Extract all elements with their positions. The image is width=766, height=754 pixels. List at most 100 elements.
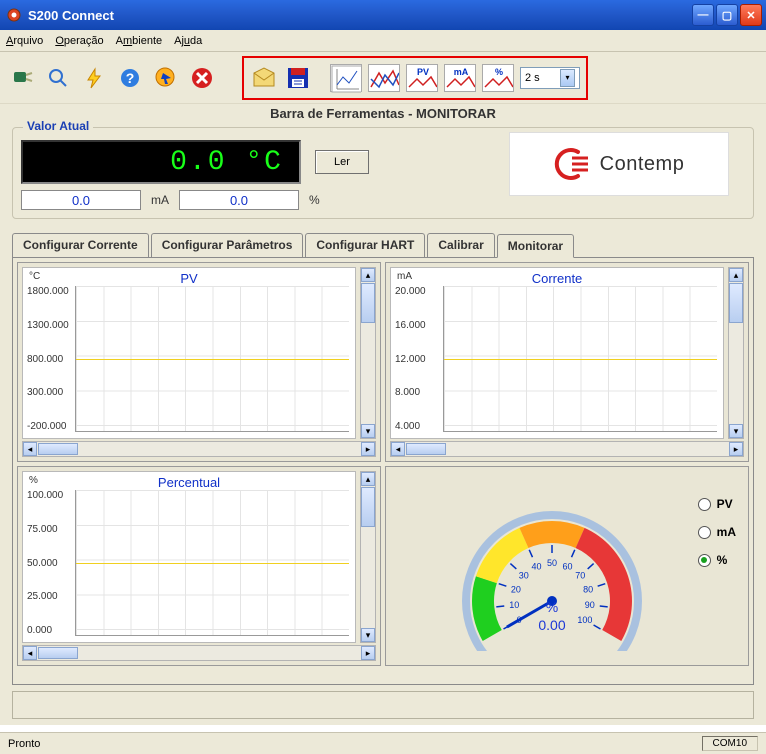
tabstrip: Configurar CorrenteConfigurar Parâmetros… [12, 233, 754, 257]
chart-corrente-vscroll[interactable]: ▴▾ [728, 267, 744, 439]
show-pv-chart-button[interactable]: PV [406, 64, 438, 92]
refresh-interval-select[interactable]: 2 s ▾ [520, 67, 580, 89]
y-tick: 0.000 [27, 625, 73, 636]
clear-chart-button[interactable] [330, 64, 362, 92]
chart-panel-pv: °C PV 1800.0001300.000800.000300.000-200… [17, 262, 381, 462]
y-tick: 25.000 [27, 591, 73, 602]
brand-name: Contemp [600, 153, 685, 176]
svg-text:?: ? [126, 70, 135, 86]
save-icon[interactable] [284, 64, 312, 92]
radio-icon [698, 526, 711, 539]
gauge-radio-pv[interactable]: PV [698, 497, 736, 511]
bottom-box [12, 691, 754, 719]
radio-icon [698, 498, 711, 511]
y-tick: 20.000 [395, 286, 441, 297]
tab-monitorar[interactable]: Monitorar [497, 234, 574, 258]
close-button[interactable]: ✕ [740, 4, 762, 26]
svg-text:70: 70 [575, 571, 585, 581]
ma-unit-label: mA [151, 193, 169, 207]
radio-label: PV [717, 497, 733, 511]
menubar: Arquivo Operação Ambiente Ajuda [0, 30, 766, 52]
y-tick: 75.000 [27, 524, 73, 535]
y-tick: 4.000 [395, 421, 441, 432]
toolbar-caption: Barra de Ferramentas - MONITORAR [0, 104, 766, 127]
chart-panel-percentual: % Percentual 100.00075.00050.00025.0000.… [17, 466, 381, 666]
radio-label: mA [717, 525, 736, 539]
menu-ajuda[interactable]: Ajuda [174, 35, 202, 47]
app-icon [6, 7, 22, 23]
svg-text:80: 80 [583, 584, 593, 594]
tab-body-monitorar: °C PV 1800.0001300.000800.000300.000-200… [12, 257, 754, 685]
y-tick: 12.000 [395, 354, 441, 365]
stop-icon[interactable] [188, 64, 216, 92]
help-icon[interactable]: ? [116, 64, 144, 92]
y-tick: 300.000 [27, 387, 73, 398]
y-tick: -200.000 [27, 421, 73, 432]
monitor-toolbar-group: PV mA % 2 s ▾ [242, 56, 588, 100]
chart-pv-hscroll[interactable]: ◂▸ [22, 441, 376, 457]
cursor-icon[interactable] [152, 64, 180, 92]
pv-lcd-display: 0.0 °C [21, 140, 301, 184]
menu-ambiente[interactable]: Ambiente [116, 35, 163, 47]
y-tick: 1800.000 [27, 286, 73, 297]
y-tick: 1300.000 [27, 320, 73, 331]
gauge-radio-pct[interactable]: % [698, 553, 736, 567]
chart-pv-vscroll[interactable]: ▴▾ [360, 267, 376, 439]
y-tick: 16.000 [395, 320, 441, 331]
maximize-button[interactable]: ▢ [716, 4, 738, 26]
gauge: 0102030405060708090100 % 0.00 [452, 481, 652, 651]
gauge-value: 0.00 [452, 617, 652, 633]
show-pct-chart-button[interactable]: % [482, 64, 514, 92]
bolt-icon[interactable] [80, 64, 108, 92]
status-com-port: COM10 [702, 736, 758, 751]
svg-text:mA: mA [454, 67, 469, 77]
tab-configurar-hart[interactable]: Configurar HART [305, 233, 425, 257]
chart-corrente-title: Corrente [391, 271, 723, 286]
show-ma-chart-button[interactable]: mA [444, 64, 476, 92]
pct-unit-label: % [309, 193, 320, 207]
show-all-charts-button[interactable] [368, 64, 400, 92]
chart-panel-corrente: mA Corrente 20.00016.00012.0008.0004.000… [385, 262, 749, 462]
svg-text:60: 60 [562, 561, 572, 571]
status-left: Pronto [8, 738, 40, 750]
y-tick: 100.000 [27, 490, 73, 501]
titlebar: S200 Connect — ▢ ✕ [0, 0, 766, 30]
brand-icon [554, 146, 590, 182]
valor-atual-group: Valor Atual 0.0 °C Ler 0.0 mA 0.0 % Cont… [12, 127, 754, 219]
tab-calibrar[interactable]: Calibrar [427, 233, 494, 257]
y-tick: 8.000 [395, 387, 441, 398]
tab-configurar-par-metros[interactable]: Configurar Parâmetros [151, 233, 304, 257]
valor-atual-legend: Valor Atual [23, 119, 93, 133]
svg-text:30: 30 [519, 571, 529, 581]
minimize-button[interactable]: — [692, 4, 714, 26]
menu-arquivo[interactable]: Arquivo [6, 35, 43, 47]
ma-readout: 0.0 [21, 190, 141, 210]
gauge-radio-ma[interactable]: mA [698, 525, 736, 539]
connect-icon[interactable] [8, 64, 36, 92]
ler-button[interactable]: Ler [315, 150, 369, 174]
chart-percentual-hscroll[interactable]: ◂▸ [22, 645, 376, 661]
chart-percentual-vscroll[interactable]: ▴▾ [360, 471, 376, 643]
radio-icon [698, 554, 711, 567]
search-icon[interactable] [44, 64, 72, 92]
tab-configurar-corrente[interactable]: Configurar Corrente [12, 233, 149, 257]
chart-corrente-hscroll[interactable]: ◂▸ [390, 441, 744, 457]
svg-text:PV: PV [417, 67, 429, 77]
y-tick: 800.000 [27, 354, 73, 365]
svg-text:40: 40 [532, 561, 542, 571]
pct-readout: 0.0 [179, 190, 299, 210]
chart-pv-title: PV [23, 271, 355, 286]
menu-operacao[interactable]: Operação [55, 35, 103, 47]
window-title: S200 Connect [28, 8, 692, 23]
svg-text:50: 50 [547, 558, 557, 568]
radio-label: % [717, 553, 728, 567]
y-tick: 50.000 [27, 558, 73, 569]
chevron-down-icon[interactable]: ▾ [560, 69, 575, 87]
svg-text:20: 20 [511, 584, 521, 594]
refresh-interval-value: 2 s [525, 72, 540, 84]
statusbar: Pronto COM10 [0, 732, 766, 754]
toolbar: ? PV mA % 2 s ▾ [0, 52, 766, 104]
mail-icon[interactable] [250, 64, 278, 92]
gauge-unit: % [452, 599, 652, 615]
gauge-panel: 0102030405060708090100 % 0.00 PVmA% [385, 466, 749, 666]
